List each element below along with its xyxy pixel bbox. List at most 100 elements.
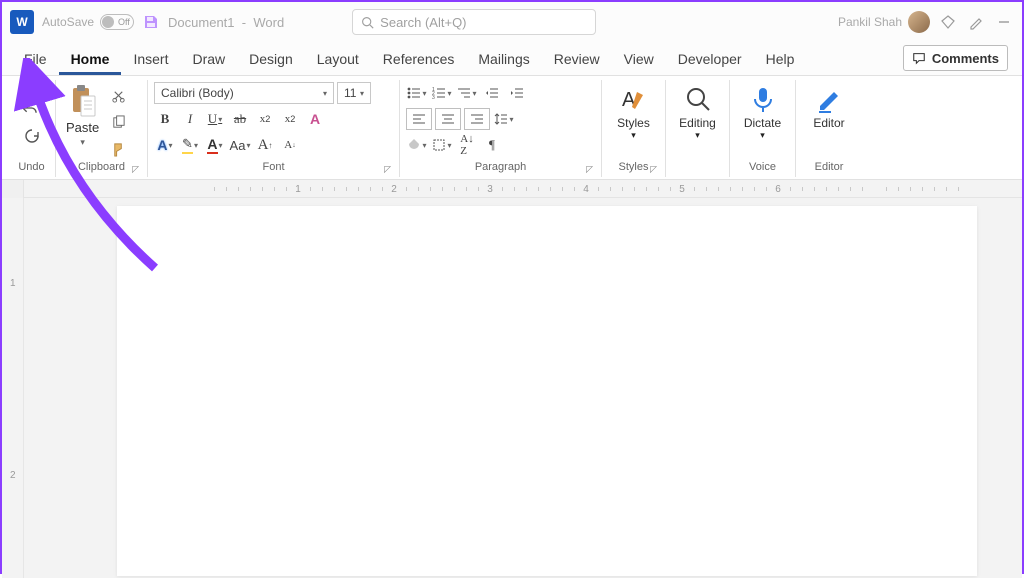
cut-button[interactable] [107,84,129,106]
group-label-editor: Editor [802,161,856,177]
group-clipboard: Paste▾ Clipboard◸ [56,80,148,177]
ribbon: ▾ Undo Paste▾ Clipboard◸ Ca [2,76,1022,180]
clipboard-launcher-icon[interactable]: ◸ [132,164,139,175]
bullets-button[interactable]: ▾ [406,82,428,104]
redo-button[interactable] [21,125,43,147]
group-styles: A Styles▾ Styles◸ [602,80,666,177]
tab-developer[interactable]: Developer [666,45,754,75]
horizontal-ruler[interactable]: 123456 [2,180,1022,198]
undo-button[interactable]: ▾ [21,97,43,119]
document-page[interactable] [117,206,977,576]
highlight-button[interactable]: ✎▾ [179,134,201,156]
clipboard-icon [68,84,98,118]
font-color-button[interactable]: A▾ [204,134,226,156]
numbering-button[interactable]: 123▾ [431,82,453,104]
align-center-button[interactable] [435,108,461,130]
paste-button[interactable]: Paste▾ [62,82,103,150]
ribbon-tabs: File Home Insert Draw Design Layout Refe… [2,42,1022,76]
sort-button[interactable]: A↓Z [456,134,478,156]
font-launcher-icon[interactable]: ◸ [384,164,391,175]
diamond-icon[interactable] [938,12,958,32]
vertical-ruler[interactable]: 12 [2,198,24,578]
multilevel-list-button[interactable]: ▾ [456,82,478,104]
tab-layout[interactable]: Layout [305,45,371,75]
tab-mailings[interactable]: Mailings [466,45,541,75]
group-editing: Editing▾ [666,80,730,177]
user-account[interactable]: Pankil Shah [838,11,930,33]
autosave-toggle[interactable]: AutoSave Off [42,14,134,30]
user-name: Pankil Shah [838,15,902,29]
increase-indent-button[interactable] [506,82,528,104]
word-app-icon: W [10,10,34,34]
subscript-button[interactable]: x2 [254,108,276,130]
font-size-combo[interactable]: 11▾ [337,82,371,104]
group-label-styles: Styles◸ [608,161,659,177]
microphone-icon [748,84,778,114]
styles-icon: A [619,84,649,114]
group-label-paragraph: Paragraph◸ [406,161,595,177]
editor-icon [814,84,844,114]
search-placeholder: Search (Alt+Q) [380,15,466,30]
change-case-button[interactable]: Aa▾ [229,134,251,156]
borders-button[interactable]: ▾ [431,134,453,156]
comment-icon [912,51,926,65]
shading-button[interactable]: ▾ [406,134,428,156]
group-label-clipboard: Clipboard◸ [62,161,141,177]
decrease-indent-button[interactable] [481,82,503,104]
pen-icon[interactable] [966,12,986,32]
copy-button[interactable] [107,111,129,133]
group-label-undo: Undo [14,161,49,177]
svg-text:3: 3 [432,95,435,99]
comments-button[interactable]: Comments [903,45,1008,71]
grow-font-button[interactable]: A↑ [254,134,276,156]
toggle-switch[interactable]: Off [100,14,134,30]
group-font: Calibri (Body)▾ 11▾ B I U▾ ab x2 x2 A A▾… [148,80,400,177]
tab-draw[interactable]: Draw [180,45,237,75]
group-undo: ▾ Undo [8,80,56,177]
show-marks-button[interactable]: ¶ [481,134,503,156]
editor-button[interactable]: Editor [805,82,852,132]
dictate-button[interactable]: Dictate▾ [736,82,789,143]
format-painter-button[interactable] [107,138,129,160]
bold-button[interactable]: B [154,108,176,130]
styles-launcher-icon[interactable]: ◸ [650,164,657,175]
tab-view[interactable]: View [612,45,666,75]
group-editor: Editor Editor [796,80,862,177]
group-label-voice: Voice [736,161,789,177]
text-effects-button[interactable]: A▾ [154,134,176,156]
font-name-combo[interactable]: Calibri (Body)▾ [154,82,334,104]
paragraph-launcher-icon[interactable]: ◸ [586,164,593,175]
tab-insert[interactable]: Insert [121,45,180,75]
group-voice: Dictate▾ Voice [730,80,796,177]
search-box[interactable]: Search (Alt+Q) [352,9,596,35]
page-area: 12 [2,198,1022,578]
tab-file[interactable]: File [12,45,59,75]
find-icon [683,84,713,114]
italic-button[interactable]: I [179,108,201,130]
strikethrough-button[interactable]: ab [229,108,251,130]
avatar [908,11,930,33]
search-icon [361,16,374,29]
underline-button[interactable]: U▾ [204,108,226,130]
line-spacing-button[interactable]: ▾ [493,108,515,130]
document-name: Document1 - Word [168,15,284,30]
tab-references[interactable]: References [371,45,467,75]
group-paragraph: ▾ 123▾ ▾ ▾ ▾ ▾ A↓Z ¶ Paragraph◸ [400,80,602,177]
align-left-button[interactable] [406,108,432,130]
tab-design[interactable]: Design [237,45,305,75]
tab-home[interactable]: Home [59,45,122,75]
editing-button[interactable]: Editing▾ [671,82,724,143]
group-label-editing [672,161,723,177]
title-bar: W AutoSave Off Document1 - Word Search (… [2,2,1022,42]
superscript-button[interactable]: x2 [279,108,301,130]
shrink-font-button[interactable]: A↓ [279,134,301,156]
clear-formatting-button[interactable]: A [304,108,326,130]
autosave-label: AutoSave [42,15,94,29]
group-label-font: Font◸ [154,161,393,177]
tab-review[interactable]: Review [542,45,612,75]
save-icon[interactable] [142,13,160,31]
align-right-button[interactable] [464,108,490,130]
minimize-icon[interactable] [994,12,1014,32]
tab-help[interactable]: Help [754,45,807,75]
styles-button[interactable]: A Styles▾ [609,82,658,143]
